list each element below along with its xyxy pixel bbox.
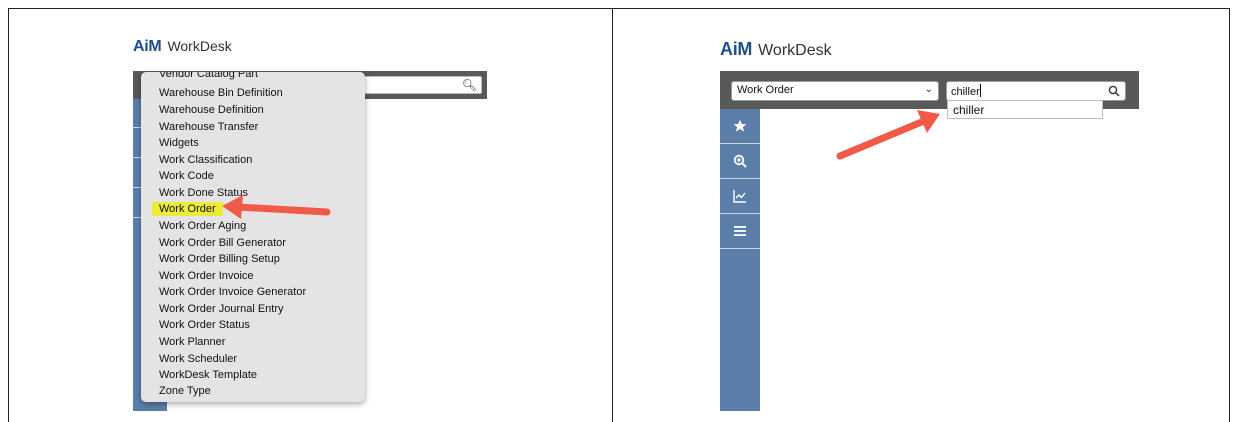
arrow-left-annotation	[222, 195, 331, 219]
annotation-arrows	[222, 110, 940, 219]
arrow-right-annotation	[836, 110, 940, 160]
